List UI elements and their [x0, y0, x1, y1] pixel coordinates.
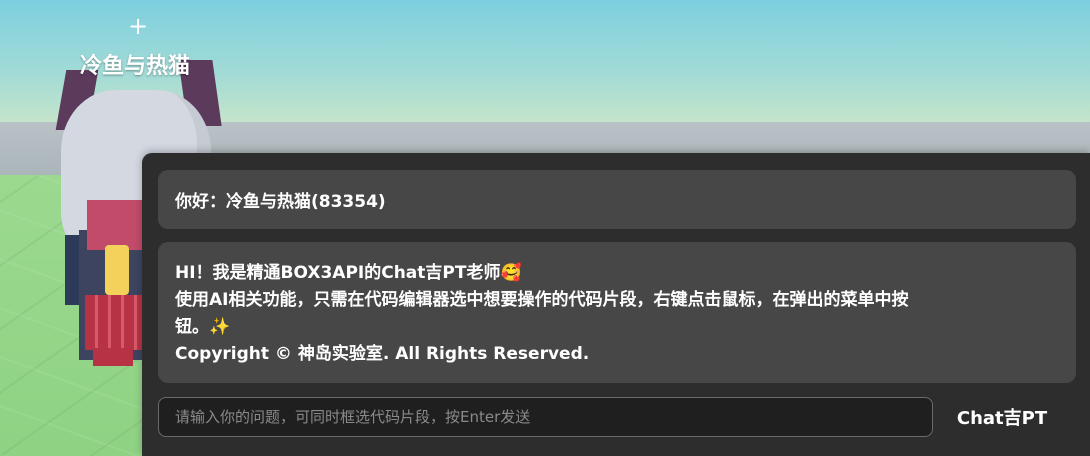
intro-line-2: 使用AI相关功能，只需在代码编辑器选中想要操作的代码片段，右键点击鼠标，在弹出的…	[175, 290, 909, 310]
avatar-held-item	[105, 245, 129, 295]
sparkles-icon: ✨	[209, 317, 231, 337]
copyright-text: Copyright © 神岛实验室. All Rights Reserved.	[175, 344, 590, 364]
chat-input-wrapper	[158, 397, 933, 437]
greeting-text: 你好：冷鱼与热猫(83354)	[175, 192, 386, 212]
smiling-face-hearts-icon: 🥰	[500, 263, 522, 283]
chat-panel: 你好：冷鱼与热猫(83354) HI！我是精通BOX3API的Chat吉PT老师…	[142, 153, 1090, 456]
intro-message: HI！我是精通BOX3API的Chat吉PT老师🥰 使用AI相关功能，只需在代码…	[158, 242, 1076, 383]
crosshair-icon: +	[128, 12, 149, 40]
chat-input[interactable]	[173, 407, 918, 427]
player-nametag: 冷鱼与热猫	[80, 54, 191, 79]
intro-line-1-text: HI！我是精通BOX3API的Chat吉PT老师	[175, 263, 501, 283]
send-button[interactable]: Chat吉PT	[942, 397, 1062, 437]
avatar-legs	[93, 348, 133, 366]
intro-line-3: 钮。✨	[175, 314, 1059, 341]
greeting-message: 你好：冷鱼与热猫(83354)	[158, 170, 1076, 229]
intro-line-1: HI！我是精通BOX3API的Chat吉PT老师🥰	[175, 260, 1059, 287]
intro-line-3-text: 钮。	[175, 317, 209, 337]
